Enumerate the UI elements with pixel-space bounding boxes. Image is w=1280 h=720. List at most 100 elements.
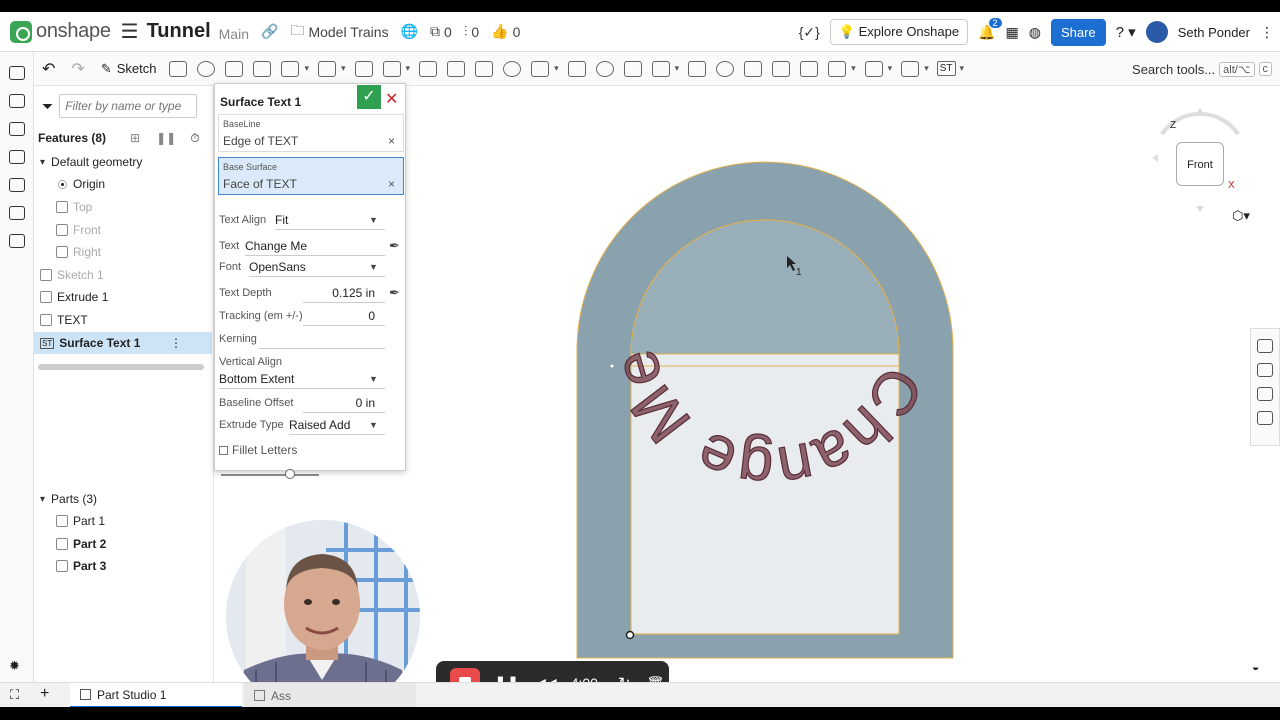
- variables-panel-icon[interactable]: [1257, 411, 1273, 425]
- parts-header[interactable]: ▾ Parts (3): [34, 488, 212, 510]
- add-folder-icon[interactable]: ⊞: [130, 131, 140, 145]
- extrude-type-select[interactable]: Raised Add: [289, 418, 350, 432]
- plane-icon[interactable]: [828, 60, 847, 77]
- delete-face-icon[interactable]: [744, 60, 763, 77]
- pick-icon[interactable]: ✒: [389, 285, 400, 301]
- modify-fillet-icon[interactable]: [716, 60, 735, 77]
- link-icon[interactable]: 🔗: [261, 23, 278, 40]
- mate-connector-icon[interactable]: [864, 60, 883, 77]
- chevron-down-icon[interactable]: ▾: [924, 63, 929, 74]
- chevron-down-icon[interactable]: ▾: [554, 63, 559, 74]
- tree-item-origin[interactable]: ⦿ Origin: [34, 173, 212, 195]
- thicken-icon[interactable]: [281, 60, 300, 77]
- globe-icon[interactable]: 🌐: [401, 23, 418, 40]
- base-surface-field[interactable]: Base Surface Face of TEXT ×: [218, 157, 404, 195]
- vertical-align-select[interactable]: Bottom Extent: [219, 372, 294, 386]
- part-properties-icon[interactable]: [1257, 363, 1273, 377]
- chamfer-icon[interactable]: [354, 60, 373, 77]
- variables-icon[interactable]: [8, 150, 25, 164]
- font-select[interactable]: OpenSans: [249, 260, 306, 274]
- part-item[interactable]: Part 3: [34, 555, 212, 577]
- chevron-down-icon[interactable]: ▼: [369, 420, 378, 430]
- history-icon[interactable]: [8, 206, 25, 220]
- tree-item-sketch-1[interactable]: Sketch 1: [34, 264, 212, 286]
- tracking-input[interactable]: 0: [368, 309, 375, 323]
- help-icon[interactable]: ? ▾: [1116, 23, 1136, 41]
- learning-icon[interactable]: ◍: [1029, 24, 1041, 41]
- chevron-down-icon[interactable]: ▾: [960, 63, 965, 74]
- featurescript-icon[interactable]: {✓}: [799, 24, 820, 41]
- cylinder-icon[interactable]: [503, 60, 522, 77]
- more-vertical-icon[interactable]: ⋮: [1260, 24, 1274, 41]
- appearance-icon[interactable]: [8, 178, 25, 192]
- chevron-down-icon[interactable]: ▾: [888, 63, 893, 74]
- search-icon[interactable]: [8, 234, 25, 248]
- branch-name[interactable]: Main: [219, 26, 249, 42]
- close-icon[interactable]: ×: [388, 134, 395, 148]
- fillet-letters-checkbox[interactable]: [219, 445, 228, 455]
- timer-icon[interactable]: ⏱: [190, 131, 199, 146]
- redo-icon[interactable]: ↷: [71, 59, 84, 79]
- kerning-input[interactable]: [259, 348, 385, 349]
- split-icon[interactable]: [623, 60, 642, 77]
- sheet-metal-icon[interactable]: [901, 60, 920, 77]
- tab-manager-icon[interactable]: ⛶: [10, 687, 19, 703]
- view-mode-icon[interactable]: ◒: [1252, 660, 1259, 674]
- feature-list-icon[interactable]: [8, 66, 25, 80]
- chevron-down-icon[interactable]: ▾: [341, 63, 346, 74]
- tree-item-surface-text-1[interactable]: ST Surface Text 1 ⋮: [34, 332, 212, 354]
- tree-item-right[interactable]: Right: [34, 241, 212, 263]
- baseline-field[interactable]: BaseLine Edge of TEXT ×: [218, 114, 404, 152]
- pause-icon[interactable]: ❚❚: [156, 131, 176, 145]
- sketch-button[interactable]: ✎ Sketch: [101, 61, 157, 77]
- folder-link[interactable]: 🗀 Model Trains: [290, 20, 388, 44]
- loft-icon[interactable]: [253, 60, 272, 77]
- likes-button[interactable]: 👍 0: [491, 23, 520, 40]
- origin-point[interactable]: [625, 630, 635, 640]
- chevron-down-icon[interactable]: ▼: [369, 215, 378, 225]
- extrude-icon[interactable]: [169, 60, 188, 77]
- branches-button[interactable]: ⫶ 0: [464, 23, 479, 40]
- document-title[interactable]: Tunnel: [147, 20, 211, 43]
- baseline-offset-input[interactable]: 0 in: [356, 396, 375, 410]
- tab-assembly[interactable]: Ass: [244, 683, 416, 707]
- model-view[interactable]: Change Me 1: [406, 86, 1280, 682]
- chevron-down-icon[interactable]: ▾: [40, 157, 45, 168]
- move-face-icon[interactable]: [772, 60, 791, 77]
- insert-icon[interactable]: [8, 94, 25, 108]
- vertex-point[interactable]: [610, 364, 614, 368]
- user-name[interactable]: Seth Ponder: [1178, 25, 1250, 40]
- hole-icon[interactable]: [475, 60, 494, 77]
- revolve-icon[interactable]: [197, 60, 216, 77]
- view-options-icon[interactable]: ⬡▾: [1232, 208, 1250, 224]
- part-item[interactable]: Part 1: [34, 510, 212, 532]
- tree-item-top[interactable]: Top: [34, 196, 212, 218]
- slider-knob[interactable]: [284, 469, 295, 479]
- chevron-down-icon[interactable]: ▾: [851, 63, 856, 74]
- tab-part-studio-1[interactable]: Part Studio 1: [70, 683, 242, 707]
- cancel-button[interactable]: ✕: [385, 89, 398, 109]
- replace-face-icon[interactable]: [800, 60, 819, 77]
- bug-icon[interactable]: ✹: [9, 658, 20, 674]
- rollback-bar-icon[interactable]: ⋮: [170, 336, 182, 350]
- chevron-down-icon[interactable]: ▾: [304, 63, 309, 74]
- measure-icon[interactable]: [1257, 387, 1273, 401]
- boolean-icon[interactable]: [595, 60, 614, 77]
- onshape-logo[interactable]: onshape: [10, 20, 111, 43]
- search-tools[interactable]: Search tools... alt/⌥ c: [1132, 56, 1272, 82]
- filter-input[interactable]: [59, 94, 198, 118]
- part-item[interactable]: Part 2: [34, 533, 212, 555]
- apps-icon[interactable]: ▦: [1006, 24, 1019, 41]
- chevron-down-icon[interactable]: ▾: [406, 63, 411, 74]
- shell-icon[interactable]: [447, 60, 466, 77]
- view-cube[interactable]: Front: [1176, 142, 1224, 186]
- mirror-icon[interactable]: [567, 60, 586, 77]
- appearance-panel-icon[interactable]: [1257, 339, 1273, 353]
- undo-icon[interactable]: ↶: [42, 59, 55, 79]
- dialog-slider[interactable]: [221, 469, 319, 479]
- accept-button[interactable]: ✓: [357, 85, 381, 109]
- chevron-down-icon[interactable]: ▼: [369, 374, 378, 384]
- close-icon[interactable]: ×: [388, 177, 395, 191]
- add-tab-icon[interactable]: +: [40, 685, 49, 703]
- st-custom-feature-icon[interactable]: ST: [936, 61, 956, 76]
